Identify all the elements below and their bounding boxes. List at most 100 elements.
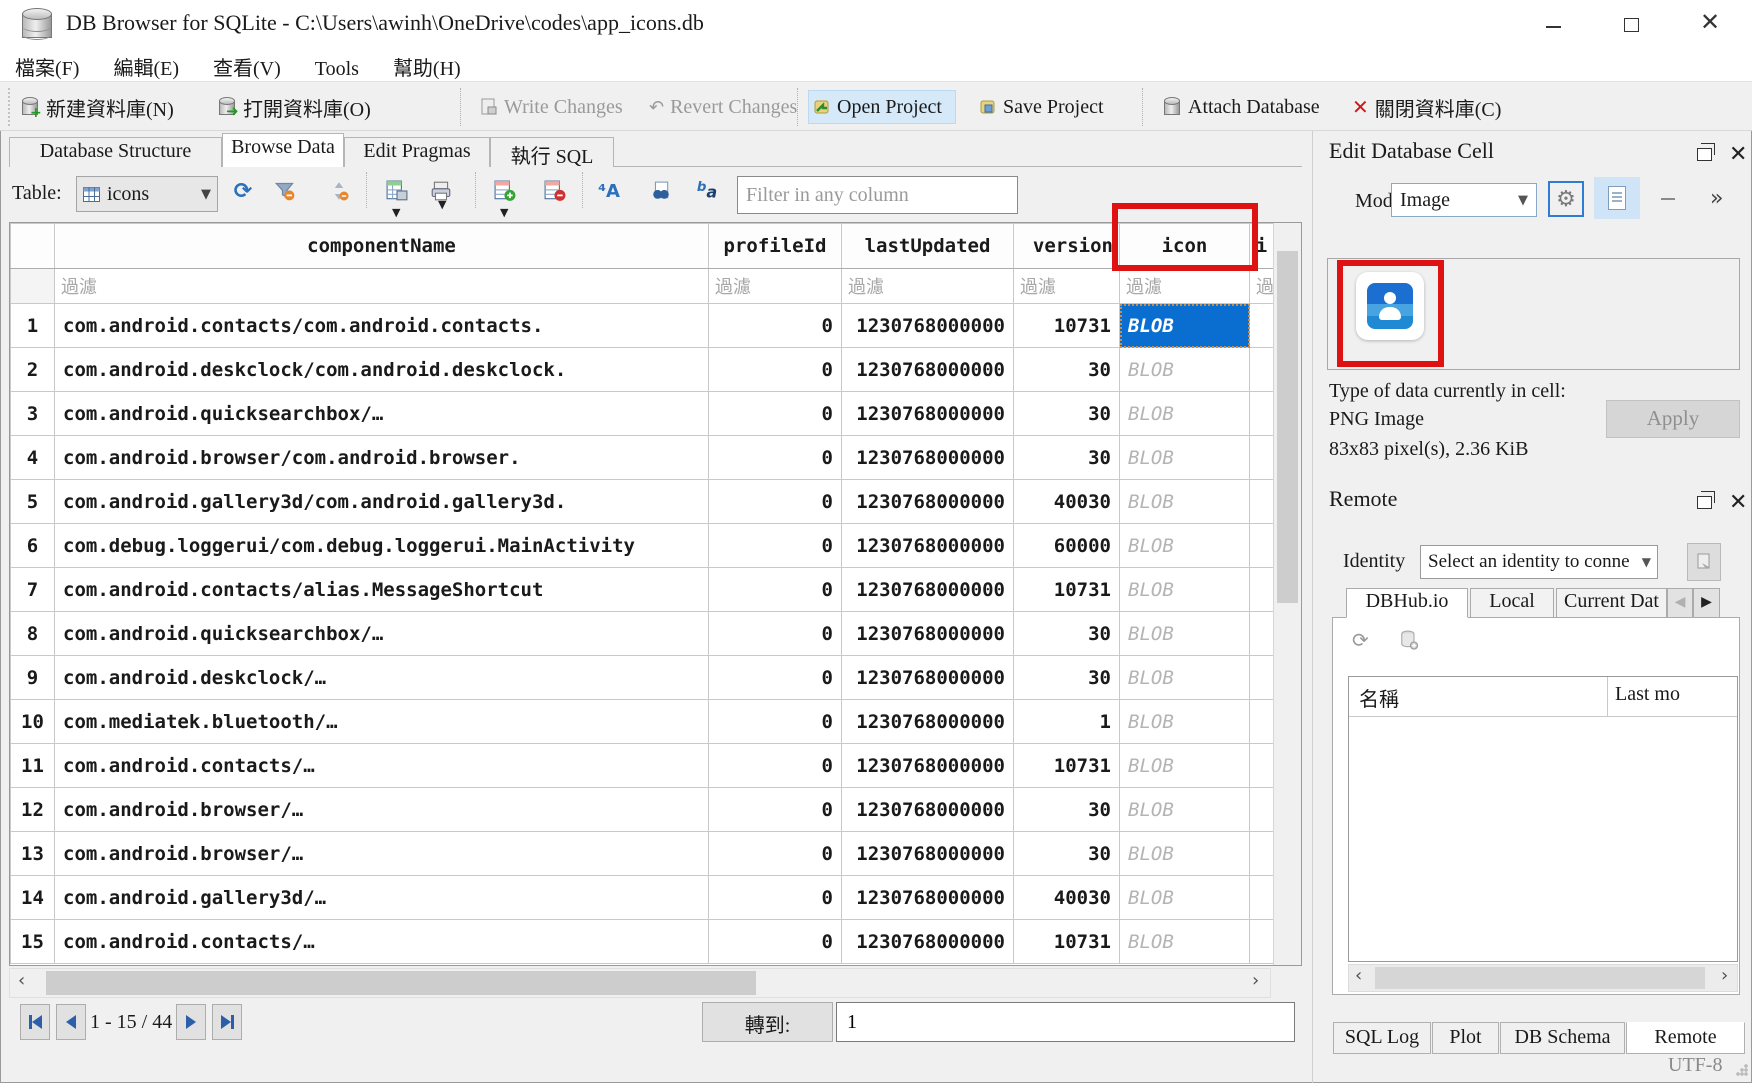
list-column-last-modified[interactable]: Last mo — [1615, 683, 1735, 706]
cell-lastUpdated[interactable]: 1230768000000 — [842, 568, 1014, 612]
text-view-button[interactable] — [1594, 177, 1640, 219]
cell-componentName[interactable]: com.android.browser/… — [55, 832, 709, 876]
menu-file[interactable]: 檔案(F) — [0, 48, 94, 81]
row-number[interactable]: 7 — [11, 568, 55, 612]
column-header-version[interactable]: version — [1014, 224, 1120, 269]
dock-tab-remote[interactable]: Remote — [1626, 1022, 1745, 1054]
cell-version[interactable]: 40030 — [1014, 876, 1120, 920]
filter-input-partial[interactable]: 過濾 — [1250, 269, 1274, 304]
row-number[interactable]: 9 — [11, 656, 55, 700]
edit-display-format-button[interactable]: ⁴A — [596, 178, 622, 204]
column-header-componentName[interactable]: componentName — [55, 224, 709, 269]
scroll-right-icon[interactable]: › — [1721, 965, 1728, 986]
cell-componentName[interactable]: com.debug.loggerui/com.debug.loggerui.Ma… — [55, 524, 709, 568]
cell-lastUpdated[interactable]: 1230768000000 — [842, 524, 1014, 568]
cell-profileId[interactable]: 0 — [709, 744, 842, 788]
cell-lastUpdated[interactable]: 1230768000000 — [842, 920, 1014, 964]
close-database-button[interactable]: ✕ 關閉資料庫(C) — [1348, 90, 1505, 124]
cell-icon[interactable]: BLOB — [1120, 788, 1250, 832]
clone-database-icon[interactable] — [1400, 630, 1418, 650]
insert-record-button[interactable] — [492, 178, 518, 204]
clear-filters-button[interactable] — [272, 178, 298, 204]
cell-overflow[interactable] — [1250, 920, 1274, 964]
new-database-button[interactable]: + 新建資料庫(N) — [18, 90, 178, 124]
cell-lastUpdated[interactable]: 1230768000000 — [842, 656, 1014, 700]
cell-version[interactable]: 30 — [1014, 656, 1120, 700]
cell-overflow[interactable] — [1250, 700, 1274, 744]
apply-button[interactable]: Apply — [1606, 400, 1740, 438]
remote-refresh-icon[interactable]: ⟳ — [1352, 628, 1369, 652]
resize-grip-icon[interactable] — [1736, 1064, 1748, 1076]
remote-database-list[interactable]: 名稱 Last mo — [1348, 676, 1738, 962]
scroll-right-icon[interactable]: › — [1252, 970, 1259, 991]
cell-componentName[interactable]: com.android.contacts/alias.MessageShortc… — [55, 568, 709, 612]
cell-overflow[interactable] — [1250, 436, 1274, 480]
attach-database-button[interactable]: Attach Database — [1160, 90, 1324, 124]
float-panel-icon[interactable] — [1697, 496, 1712, 509]
filter-input-componentName[interactable]: 過濾 — [55, 269, 709, 304]
first-page-button[interactable] — [20, 1004, 50, 1040]
vertical-scrollbar-thumb[interactable] — [1277, 251, 1298, 603]
horizontal-scrollbar[interactable]: ‹ › — [9, 968, 1271, 998]
insert-record-dropdown-icon[interactable]: ▼ — [500, 206, 508, 219]
filter-input-lastUpdated[interactable]: 過濾 — [842, 269, 1014, 304]
cell-profileId[interactable]: 0 — [709, 700, 842, 744]
goto-record-button[interactable]: 轉到: — [702, 1002, 833, 1042]
row-number[interactable]: 15 — [11, 920, 55, 964]
cell-profileId[interactable]: 0 — [709, 568, 842, 612]
cell-componentName[interactable]: com.android.gallery3d/com.android.galler… — [55, 480, 709, 524]
print-button[interactable] — [428, 178, 454, 204]
menu-tools[interactable]: Tools — [300, 54, 374, 81]
cell-overflow[interactable] — [1250, 480, 1274, 524]
cell-profileId[interactable]: 0 — [709, 788, 842, 832]
cell-overflow[interactable] — [1250, 568, 1274, 612]
tab-browse-data[interactable]: Browse Data — [222, 133, 344, 167]
cell-overflow[interactable] — [1250, 832, 1274, 876]
cell-profileId[interactable]: 0 — [709, 392, 842, 436]
cell-overflow[interactable] — [1250, 304, 1274, 348]
cell-lastUpdated[interactable]: 1230768000000 — [842, 612, 1014, 656]
next-page-button[interactable] — [176, 1004, 206, 1040]
cell-icon[interactable]: BLOB — [1120, 436, 1250, 480]
column-header-profileId[interactable]: profileId — [709, 224, 842, 269]
cell-profileId[interactable]: 0 — [709, 304, 842, 348]
goto-record-input[interactable] — [836, 1002, 1295, 1042]
overflow-chevrons-icon[interactable]: » — [1710, 186, 1723, 211]
menu-view[interactable]: 查看(V) — [198, 48, 296, 81]
row-number[interactable]: 11 — [11, 744, 55, 788]
minimize-icon[interactable] — [1546, 26, 1561, 28]
cell-icon[interactable]: BLOB — [1120, 392, 1250, 436]
find-in-cells-button[interactable] — [648, 178, 674, 204]
cell-lastUpdated[interactable]: 1230768000000 — [842, 436, 1014, 480]
cell-lastUpdated[interactable]: 1230768000000 — [842, 348, 1014, 392]
row-number[interactable]: 2 — [11, 348, 55, 392]
filter-input-icon[interactable]: 過濾 — [1120, 269, 1250, 304]
scroll-left-icon[interactable]: ‹ — [1355, 965, 1362, 986]
row-number[interactable]: 12 — [11, 788, 55, 832]
cell-componentName[interactable]: com.android.browser/… — [55, 788, 709, 832]
cell-icon[interactable]: BLOB — [1120, 568, 1250, 612]
horizontal-scrollbar-thumb[interactable] — [46, 971, 756, 995]
cell-profileId[interactable]: 0 — [709, 656, 842, 700]
row-number[interactable]: 14 — [11, 876, 55, 920]
cell-icon[interactable]: BLOB — [1120, 656, 1250, 700]
open-database-button[interactable]: ➜ 打開資料庫(O) — [215, 90, 375, 124]
close-panel-icon[interactable]: ✕ — [1729, 492, 1747, 514]
cell-overflow[interactable] — [1250, 392, 1274, 436]
delete-record-button[interactable] — [542, 178, 568, 204]
remote-horizontal-scrollbar[interactable]: ‹ › — [1348, 964, 1738, 992]
cell-icon[interactable]: BLOB — [1120, 876, 1250, 920]
cell-componentName[interactable]: com.android.quicksearchbox/… — [55, 392, 709, 436]
import-certificate-button[interactable] — [1687, 543, 1721, 581]
remote-tab-current-database[interactable]: Current Dat — [1556, 588, 1667, 618]
cell-lastUpdated[interactable]: 1230768000000 — [842, 788, 1014, 832]
tab-execute-sql[interactable]: 執行 SQL — [490, 137, 614, 167]
column-header-icon[interactable]: icon — [1120, 224, 1250, 269]
filter-input-profileId[interactable]: 過濾 — [709, 269, 842, 304]
encoding-status[interactable]: UTF-8 — [1668, 1054, 1722, 1077]
mode-combobox[interactable]: Image ▼ — [1391, 183, 1537, 217]
cell-lastUpdated[interactable]: 1230768000000 — [842, 700, 1014, 744]
cell-lastUpdated[interactable]: 1230768000000 — [842, 392, 1014, 436]
save-table-dropdown-icon[interactable]: ▼ — [392, 206, 400, 219]
cell-overflow[interactable] — [1250, 876, 1274, 920]
